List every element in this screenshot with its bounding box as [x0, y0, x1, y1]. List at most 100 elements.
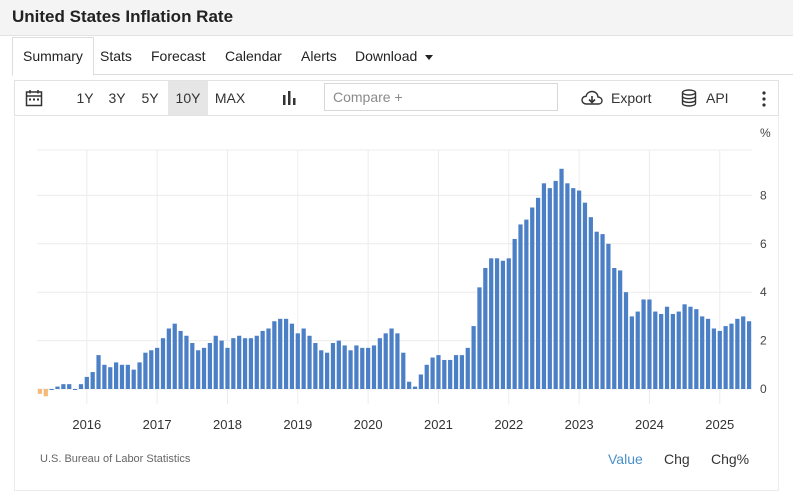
- chart-bar: [705, 318, 711, 389]
- chart-bar: [219, 340, 224, 389]
- chart-bar: [72, 389, 78, 390]
- chart-bar: [664, 306, 670, 389]
- chart-bar: [436, 355, 441, 389]
- chart-bar: [512, 238, 517, 389]
- chart-bar: [78, 384, 84, 389]
- chart-bar: [577, 190, 582, 389]
- chart-bar: [670, 313, 675, 389]
- source-label: U.S. Bureau of Labor Statistics: [40, 453, 191, 465]
- chart-bar: [694, 309, 699, 389]
- chart-bar: [688, 306, 693, 389]
- chart-bar: [108, 367, 113, 389]
- chart-bar: [102, 364, 107, 389]
- chart-bar: [43, 389, 48, 397]
- chart-bar: [647, 299, 652, 389]
- chart-bar: [389, 328, 394, 389]
- chart-bar: [489, 258, 494, 389]
- chart-bar: [266, 328, 271, 389]
- x-tick-label: 2022: [494, 417, 523, 432]
- chart-bar: [635, 311, 640, 389]
- chart-bar: [348, 350, 353, 389]
- chart-bar: [471, 326, 476, 389]
- chart-bar: [700, 316, 705, 389]
- chart-bar: [588, 217, 593, 389]
- chart-bar: [319, 350, 324, 389]
- chart-bar: [553, 180, 558, 389]
- chart-bar: [500, 260, 506, 389]
- chart-bar: [324, 352, 330, 389]
- x-tick-label: 2016: [72, 417, 101, 432]
- chart-bar: [272, 321, 277, 389]
- chart-bar: [746, 321, 752, 389]
- chart-bar: [184, 335, 189, 389]
- chart-bar: [196, 350, 201, 389]
- chart-bar: [418, 374, 423, 389]
- chart-bar: [84, 376, 89, 389]
- chart-bar: [530, 207, 535, 389]
- x-tick-label: 2025: [705, 417, 734, 432]
- chart-bar: [442, 359, 447, 389]
- view-mode-chg[interactable]: Chg: [664, 451, 690, 467]
- chart-bar: [131, 369, 136, 389]
- y-tick-label: 4: [760, 285, 767, 299]
- chart-bar: [336, 340, 341, 389]
- chart-bar: [307, 335, 312, 389]
- chart-bar: [448, 359, 453, 389]
- chart-bar: [494, 258, 500, 389]
- chart-bar: [565, 183, 570, 389]
- chart-bar: [260, 330, 265, 389]
- view-mode-value[interactable]: Value: [608, 451, 643, 467]
- chart-bar: [301, 328, 306, 389]
- chart-bar: [313, 343, 318, 389]
- y-tick-label: 2: [760, 334, 767, 348]
- y-tick-label: 0: [760, 382, 767, 396]
- chart-bar: [360, 347, 365, 389]
- chart-bar: [623, 292, 629, 389]
- x-tick-label: 2023: [565, 417, 594, 432]
- y-tick-label: 8: [760, 188, 767, 202]
- chart-bar: [366, 347, 371, 389]
- chart-bar: [729, 323, 734, 389]
- chart-bar: [594, 231, 599, 389]
- chart-bar: [459, 355, 465, 389]
- chart-bar: [149, 350, 154, 389]
- chart-bar: [535, 197, 541, 389]
- chart-bar: [717, 330, 722, 389]
- chart-bar: [119, 364, 125, 389]
- chart-bar: [682, 304, 687, 389]
- chart-bar: [541, 183, 547, 389]
- chart-bar: [547, 188, 552, 389]
- chart-bar: [612, 268, 617, 389]
- chart-bar: [383, 333, 388, 389]
- chart-bar: [61, 384, 66, 389]
- chart-bar: [371, 345, 377, 389]
- chart-bar: [559, 168, 564, 389]
- chart-bar: [330, 343, 336, 389]
- chart-bar: [676, 311, 681, 389]
- chart-bar: [90, 372, 95, 389]
- chart-bar: [723, 326, 728, 389]
- chart-bar: [483, 268, 488, 389]
- chart-bar: [629, 316, 634, 389]
- chart-bar: [49, 389, 54, 390]
- chart-bar: [407, 381, 412, 389]
- chart-bar: [114, 362, 119, 389]
- x-tick-label: 2018: [213, 417, 242, 432]
- x-tick-label: 2021: [424, 417, 453, 432]
- x-tick-label: 2024: [635, 417, 664, 432]
- chart-bar: [67, 384, 72, 389]
- chart-bar: [741, 316, 746, 389]
- chart-bar: [225, 347, 230, 389]
- chart-bar: [231, 338, 236, 389]
- chart-bar: [618, 270, 623, 389]
- chart-bar: [248, 338, 254, 389]
- chart-bar: [254, 335, 259, 389]
- chart-bar: [278, 318, 283, 389]
- chart-bar: [735, 318, 740, 389]
- chart-bar: [137, 362, 142, 389]
- chart-bar: [125, 364, 130, 389]
- view-mode-chg-percent[interactable]: Chg%: [711, 451, 749, 467]
- chart-bar: [430, 357, 435, 389]
- x-tick-label: 2019: [283, 417, 312, 432]
- chart-bar: [412, 386, 418, 389]
